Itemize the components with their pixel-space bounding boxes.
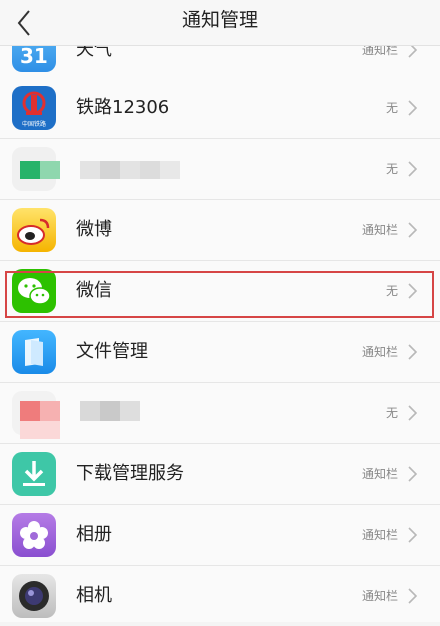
app-name: 铁路12306 bbox=[76, 97, 170, 118]
pixelated-label bbox=[20, 161, 40, 179]
notification-status: 无 bbox=[385, 101, 398, 115]
notification-status: 通知栏 bbox=[361, 223, 398, 237]
notification-status: 通知栏 bbox=[361, 467, 398, 481]
pixelated-label bbox=[40, 161, 60, 179]
pixelated-label bbox=[40, 401, 60, 421]
wechat-icon bbox=[12, 269, 56, 313]
app-row-download-manager[interactable]: 下载管理服务 通知栏 bbox=[0, 444, 440, 505]
pixelated-label bbox=[100, 401, 120, 421]
app-name: 微博 bbox=[76, 219, 112, 240]
notification-status: 通知栏 bbox=[361, 345, 398, 359]
app-row-gallery[interactable]: 相册 通知栏 bbox=[0, 505, 440, 566]
page-title: 通知管理 bbox=[181, 9, 258, 31]
chevron-right-icon bbox=[408, 344, 418, 360]
chevron-right-icon bbox=[408, 283, 418, 299]
app-name: 文件管理 bbox=[76, 341, 148, 362]
app-row-weibo[interactable]: 微博 通知栏 bbox=[0, 200, 440, 261]
app-name: 相册 bbox=[76, 524, 112, 545]
railway-icon: 中国铁路 bbox=[12, 86, 56, 130]
app-name: 微信 bbox=[76, 280, 112, 301]
wechat-logo bbox=[18, 278, 51, 305]
app-row-camera[interactable]: 相机 通知栏 bbox=[0, 566, 440, 622]
app-row-railway[interactable]: 中国铁路 铁路12306 无 bbox=[0, 78, 440, 139]
app-row-blurred[interactable]: 无 bbox=[0, 383, 440, 444]
app-row-file-manager[interactable]: 文件管理 通知栏 bbox=[0, 322, 440, 383]
app-row-wechat[interactable]: 微信 无 bbox=[0, 261, 440, 322]
pixelated-label bbox=[20, 401, 40, 421]
gallery-icon bbox=[12, 513, 56, 557]
notification-status: 通知栏 bbox=[361, 589, 398, 603]
notification-status: 无 bbox=[385, 162, 398, 176]
chevron-right-icon bbox=[408, 222, 418, 238]
app-name: 相机 bbox=[76, 585, 112, 606]
weibo-logo bbox=[17, 218, 50, 245]
file-manager-icon bbox=[12, 330, 56, 374]
pixelated-label bbox=[20, 421, 60, 439]
chevron-right-icon bbox=[408, 527, 418, 543]
chevron-right-icon bbox=[408, 466, 418, 482]
pixelated-label bbox=[120, 401, 140, 421]
pixelated-label bbox=[160, 161, 180, 179]
chevron-right-icon bbox=[408, 588, 418, 604]
pixelated-label bbox=[100, 161, 120, 179]
chevron-right-icon bbox=[408, 405, 418, 421]
file-logo bbox=[25, 338, 43, 366]
flower-logo bbox=[20, 521, 48, 549]
notification-status: 通知栏 bbox=[361, 528, 398, 542]
camera-icon bbox=[12, 574, 56, 618]
pixelated-label bbox=[140, 161, 160, 179]
pixelated-label bbox=[80, 401, 100, 421]
notification-status: 无 bbox=[385, 406, 398, 420]
chevron-right-icon bbox=[408, 100, 418, 116]
app-row-blurred[interactable]: 无 bbox=[0, 139, 440, 200]
download-arrow bbox=[23, 461, 45, 486]
download-icon bbox=[12, 452, 56, 496]
top-bar: 通知管理 bbox=[0, 0, 440, 46]
weibo-icon bbox=[12, 208, 56, 252]
camera-lens bbox=[19, 581, 49, 611]
app-name: 下载管理服务 bbox=[76, 463, 184, 484]
chevron-right-icon bbox=[408, 161, 418, 177]
notification-status: 无 bbox=[385, 284, 398, 298]
